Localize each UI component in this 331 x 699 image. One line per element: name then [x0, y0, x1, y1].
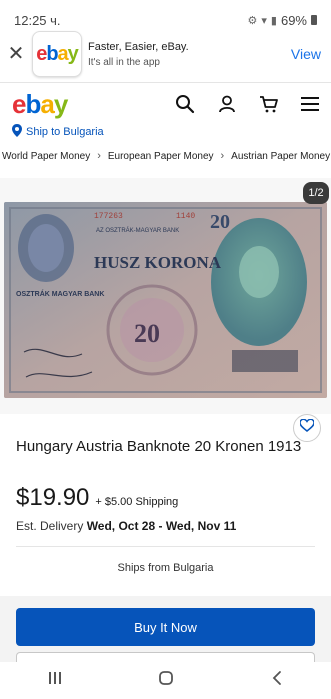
listing-title: Hungary Austria Banknote 20 Kronen 1913	[16, 438, 302, 455]
image-gallery[interactable]: 177263 1140 20 AZ OSZTRÁK-MAGYAR BANK HU…	[0, 178, 331, 414]
chevron-right-icon: ›	[220, 150, 225, 162]
banknote-image[interactable]: 177263 1140 20 AZ OSZTRÁK-MAGYAR BANK HU…	[4, 202, 327, 398]
banknote-denomination-top: 20	[210, 211, 230, 233]
app-logo: ebay	[32, 31, 82, 77]
search-icon[interactable]	[175, 94, 195, 114]
close-icon[interactable]: ✕	[4, 44, 28, 64]
banknote-main-line: HUSZ KORONA	[94, 253, 222, 272]
banner-subtitle: It's all in the app	[88, 56, 160, 68]
divider	[16, 546, 315, 547]
ship-to-link[interactable]: Ship to Bulgaria	[12, 124, 104, 140]
buy-it-now-button[interactable]: Buy It Now	[16, 608, 315, 646]
chevron-right-icon: ›	[97, 150, 101, 162]
divider	[0, 82, 331, 83]
header-icons	[175, 94, 319, 114]
account-icon[interactable]	[217, 94, 237, 114]
ebay-logo[interactable]: ebay	[12, 89, 68, 120]
breadcrumb-item[interactable]: World Paper Money	[2, 151, 90, 162]
banner-text: Faster, Easier, eBay. It's all in the ap…	[88, 41, 291, 68]
site-header: ebay	[0, 84, 331, 124]
breadcrumb-item[interactable]: European Paper Money	[108, 151, 214, 162]
ship-to-label: Ship to Bulgaria	[26, 126, 104, 138]
recents-icon[interactable]	[48, 671, 62, 690]
ships-from: Ships from Bulgaria	[117, 562, 214, 574]
banknote-bank-top: AZ OSZTRÁK-MAGYAR BANK	[96, 227, 179, 234]
buy-section: Buy It Now	[0, 596, 331, 662]
signal-icon: ▮	[270, 14, 277, 27]
banknote-denomination-center: 20	[134, 319, 160, 348]
add-to-cart-button[interactable]	[16, 652, 315, 662]
shipping-cost: + $5.00 Shipping	[95, 496, 179, 508]
price: $19.90	[16, 484, 90, 511]
menu-icon[interactable]	[301, 96, 319, 112]
home-icon[interactable]	[158, 670, 174, 691]
back-icon[interactable]	[271, 670, 283, 691]
banner-title: Faster, Easier, eBay.	[88, 40, 189, 53]
estimated-delivery: Est. Delivery Wed, Oct 28 - Wed, Nov 11	[16, 519, 236, 533]
banknote-serial: 177263	[94, 212, 123, 221]
banknote-series: 1140	[176, 212, 195, 221]
banknote-bank-left: OSZTRÁK MAGYAR BANK	[16, 289, 104, 298]
breadcrumb-item[interactable]: Austrian Paper Money	[231, 151, 330, 162]
cart-icon[interactable]	[259, 94, 279, 114]
battery-icon	[311, 15, 317, 25]
image-counter: 1/2	[303, 182, 329, 204]
settings-status-icon: ⚙	[247, 14, 258, 27]
price-row: $19.90 + $5.00 Shipping	[16, 484, 178, 512]
breadcrumb: World Paper Money › European Paper Money…	[2, 150, 331, 162]
heart-icon	[299, 418, 315, 437]
view-app-link[interactable]: View	[291, 46, 321, 62]
location-pin-icon	[12, 124, 22, 140]
delivery-label: Est. Delivery	[16, 519, 87, 533]
delivery-dates: Wed, Oct 28 - Wed, Nov 11	[86, 519, 237, 533]
app-install-banner: ✕ ebay Faster, Easier, eBay. It's all in…	[0, 26, 331, 82]
wifi-status-icon: ▾	[261, 14, 267, 27]
system-nav-bar	[0, 662, 331, 699]
